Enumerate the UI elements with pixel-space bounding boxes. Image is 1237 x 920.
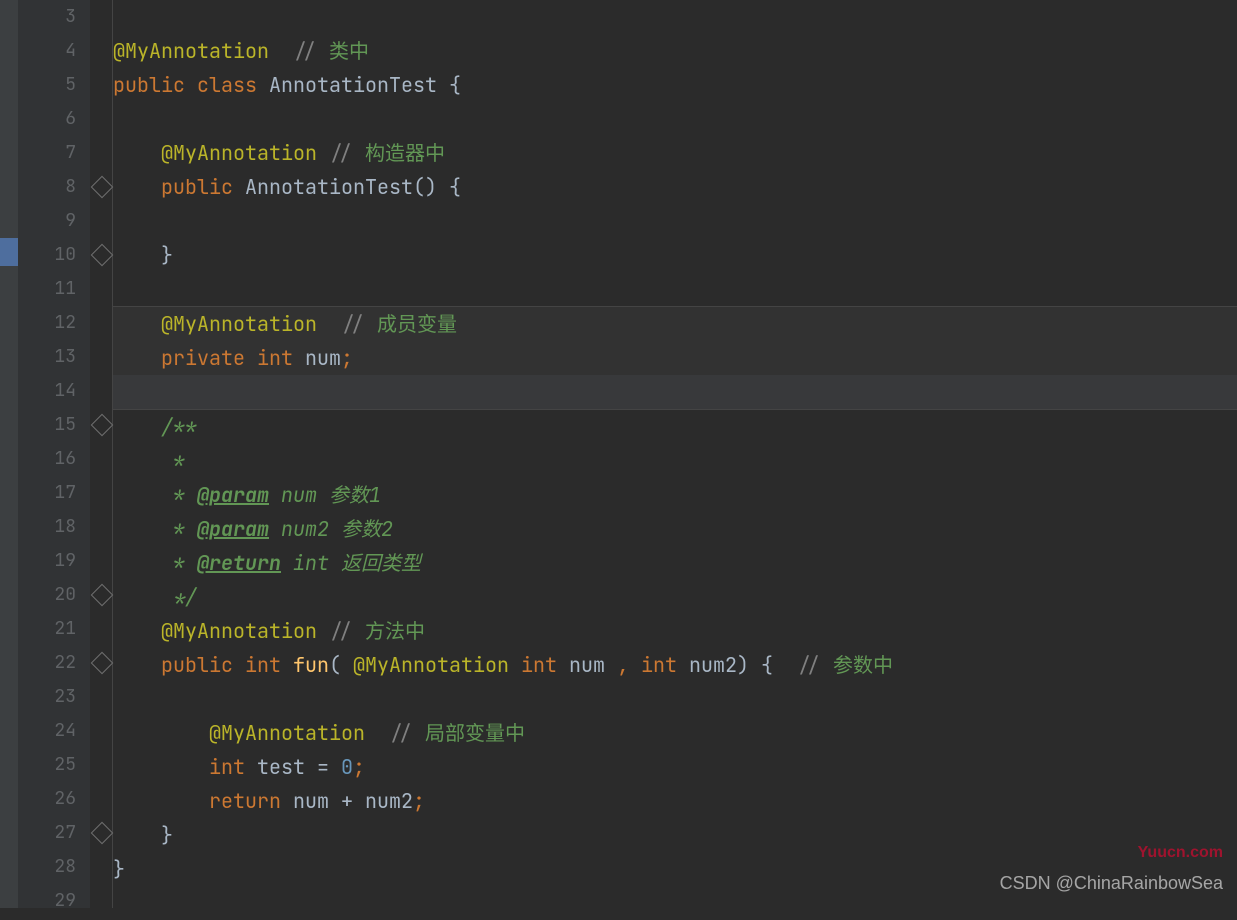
line-number[interactable]: 22 xyxy=(18,646,90,680)
line-number[interactable]: 17 xyxy=(18,476,90,510)
code-line[interactable]: @MyAnnotation // 局部变量中 xyxy=(113,716,1237,750)
code-line[interactable]: return num + num2; xyxy=(113,784,1237,818)
code-line[interactable]: private int num; xyxy=(113,341,1237,375)
javadoc-tag: @return xyxy=(197,550,281,576)
line-number[interactable]: 4 xyxy=(18,34,90,68)
line-number[interactable]: 7 xyxy=(18,136,90,170)
annotation: @MyAnnotation xyxy=(209,720,365,746)
code-line[interactable]: @MyAnnotation // 成员变量 xyxy=(113,306,1237,341)
gutter[interactable]: 3 4 5 6 7 8 9 10 11 12 13 14 15 16 17 18… xyxy=(18,0,90,908)
fold-marker-icon[interactable] xyxy=(91,414,114,437)
line-number[interactable]: 3 xyxy=(18,0,90,34)
scrollbar-thumb[interactable] xyxy=(0,238,18,266)
line-number[interactable]: 27 xyxy=(18,816,90,850)
javadoc-tag: @param xyxy=(197,516,269,542)
code-line[interactable]: public int fun( @MyAnnotation int num , … xyxy=(113,648,1237,682)
annotation: @MyAnnotation xyxy=(353,652,521,678)
code-line[interactable]: public class AnnotationTest { xyxy=(113,68,1237,102)
code-line[interactable]: } xyxy=(113,818,1237,852)
watermark-yuucn: Yuucn.com xyxy=(1138,844,1223,862)
fold-column[interactable] xyxy=(90,0,113,908)
code-line[interactable]: public AnnotationTest() { xyxy=(113,170,1237,204)
code-line[interactable]: @MyAnnotation // 方法中 xyxy=(113,614,1237,648)
code-editor: 3 4 5 6 7 8 9 10 11 12 13 14 15 16 17 18… xyxy=(0,0,1237,908)
line-number[interactable]: 26 xyxy=(18,782,90,816)
fold-marker-icon[interactable] xyxy=(91,652,114,675)
line-number[interactable]: 14 xyxy=(18,374,90,408)
line-number[interactable]: 25 xyxy=(18,748,90,782)
line-number[interactable]: 24 xyxy=(18,714,90,748)
code-line[interactable]: * @param num 参数1 xyxy=(113,478,1237,512)
code-line[interactable]: int test = 0; xyxy=(113,750,1237,784)
fold-marker-icon[interactable] xyxy=(91,584,114,607)
annotation: @MyAnnotation xyxy=(161,311,317,337)
code-line[interactable]: @MyAnnotation // 类中 xyxy=(113,34,1237,68)
code-line[interactable] xyxy=(113,682,1237,716)
code-area[interactable]: @MyAnnotation // 类中 public class Annotat… xyxy=(113,0,1237,908)
line-number[interactable]: 10 xyxy=(18,238,90,272)
line-number[interactable]: 13 xyxy=(18,340,90,374)
code-line[interactable]: * xyxy=(113,444,1237,478)
line-number[interactable]: 20 xyxy=(18,578,90,612)
line-number[interactable]: 11 xyxy=(18,272,90,306)
fold-marker-icon[interactable] xyxy=(91,822,114,845)
line-number[interactable]: 21 xyxy=(18,612,90,646)
code-line[interactable]: */ xyxy=(113,580,1237,614)
comment: // xyxy=(293,38,329,64)
code-line[interactable]: @MyAnnotation // 构造器中 xyxy=(113,136,1237,170)
line-number[interactable]: 28 xyxy=(18,850,90,884)
line-number[interactable]: 23 xyxy=(18,680,90,714)
line-number[interactable]: 16 xyxy=(18,442,90,476)
watermark-csdn: CSDN @ChinaRainbowSea xyxy=(1000,873,1223,894)
line-number[interactable]: 8 xyxy=(18,170,90,204)
code-line[interactable]: } xyxy=(113,238,1237,272)
annotation: @MyAnnotation xyxy=(161,140,329,166)
javadoc: /** xyxy=(161,414,197,440)
javadoc-tag: @param xyxy=(197,482,269,508)
code-line[interactable]: * @param num2 参数2 xyxy=(113,512,1237,546)
code-line[interactable] xyxy=(113,102,1237,136)
scrollbar-track[interactable] xyxy=(0,0,18,908)
line-number[interactable]: 9 xyxy=(18,204,90,238)
line-number[interactable]: 18 xyxy=(18,510,90,544)
code-line[interactable] xyxy=(113,204,1237,238)
line-number[interactable]: 5 xyxy=(18,68,90,102)
line-number[interactable]: 12 xyxy=(18,306,90,340)
fold-marker-icon[interactable] xyxy=(91,244,114,267)
code-line[interactable]: /** xyxy=(113,410,1237,444)
annotation: @MyAnnotation xyxy=(113,38,269,64)
line-number[interactable]: 29 xyxy=(18,884,90,918)
line-number[interactable]: 19 xyxy=(18,544,90,578)
code-line[interactable] xyxy=(113,0,1237,34)
line-number[interactable]: 6 xyxy=(18,102,90,136)
code-line[interactable] xyxy=(113,272,1237,306)
fold-marker-icon[interactable] xyxy=(91,176,114,199)
line-number[interactable]: 15 xyxy=(18,408,90,442)
annotation: @MyAnnotation xyxy=(161,618,329,644)
code-line[interactable]: * @return int 返回类型 xyxy=(113,546,1237,580)
code-line-current[interactable] xyxy=(113,375,1237,410)
